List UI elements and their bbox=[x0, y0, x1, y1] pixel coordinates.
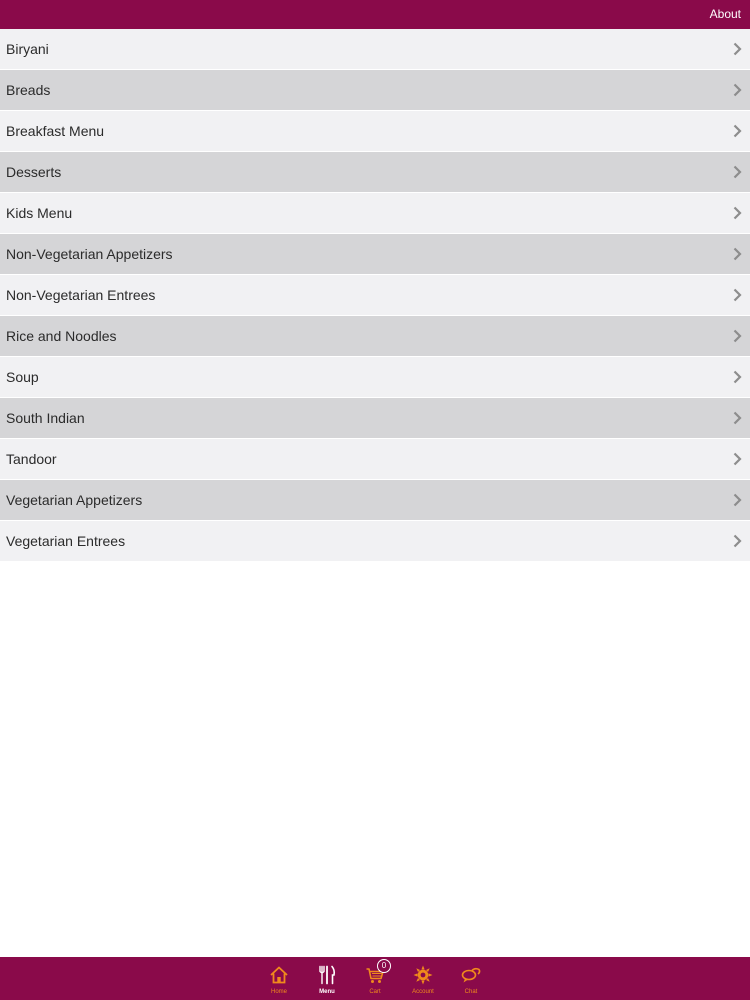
home-icon bbox=[270, 966, 288, 984]
chevron-right-icon bbox=[733, 124, 742, 138]
menu-item-label: Soup bbox=[6, 369, 39, 385]
menu-item-soup[interactable]: Soup bbox=[0, 357, 750, 398]
chevron-right-icon bbox=[733, 370, 742, 384]
menu-item-label: Non-Vegetarian Entrees bbox=[6, 287, 156, 303]
tab-chat[interactable]: Chat bbox=[447, 957, 495, 1000]
menu-item-label: Vegetarian Appetizers bbox=[6, 492, 143, 508]
menu-item-biryani[interactable]: Biryani bbox=[0, 29, 750, 70]
tab-label: Menu bbox=[319, 989, 335, 995]
menu-item-kids-menu[interactable]: Kids Menu bbox=[0, 193, 750, 234]
chevron-right-icon bbox=[733, 411, 742, 425]
tab-menu[interactable]: Menu bbox=[303, 957, 351, 1000]
fork-knife-icon bbox=[319, 965, 336, 985]
bottom-tab-bar: Home Menu 0 Cart Account Chat bbox=[0, 957, 750, 1000]
menu-item-non-vegetarian-appetizers[interactable]: Non-Vegetarian Appetizers bbox=[0, 234, 750, 275]
menu-category-list: Biryani Breads Breakfast Menu Desserts K… bbox=[0, 29, 750, 562]
chevron-right-icon bbox=[733, 329, 742, 343]
chevron-right-icon bbox=[733, 288, 742, 302]
tab-label: Chat bbox=[464, 989, 478, 995]
menu-item-label: Rice and Noodles bbox=[6, 328, 117, 344]
tab-account[interactable]: Account bbox=[399, 957, 447, 1000]
menu-item-tandoor[interactable]: Tandoor bbox=[0, 439, 750, 480]
tab-label: Cart bbox=[369, 989, 381, 995]
chevron-right-icon bbox=[733, 42, 742, 56]
menu-item-label: Breads bbox=[6, 82, 51, 98]
menu-item-vegetarian-entrees[interactable]: Vegetarian Entrees bbox=[0, 521, 750, 562]
cart-count-badge: 0 bbox=[377, 959, 391, 973]
menu-item-label: Non-Vegetarian Appetizers bbox=[6, 246, 173, 262]
chevron-right-icon bbox=[733, 83, 742, 97]
tab-cart[interactable]: 0 Cart bbox=[351, 957, 399, 1000]
chevron-right-icon bbox=[733, 247, 742, 261]
menu-item-non-vegetarian-entrees[interactable]: Non-Vegetarian Entrees bbox=[0, 275, 750, 316]
tab-label: Account bbox=[412, 989, 434, 995]
chevron-right-icon bbox=[733, 534, 742, 548]
chevron-right-icon bbox=[733, 165, 742, 179]
tab-label: Home bbox=[270, 989, 287, 995]
menu-item-rice-and-noodles[interactable]: Rice and Noodles bbox=[0, 316, 750, 357]
menu-item-label: Kids Menu bbox=[6, 205, 73, 221]
about-link[interactable]: About bbox=[710, 7, 741, 22]
menu-item-vegetarian-appetizers[interactable]: Vegetarian Appetizers bbox=[0, 480, 750, 521]
menu-item-label: Vegetarian Entrees bbox=[6, 533, 126, 549]
menu-item-label: Tandoor bbox=[6, 451, 57, 467]
chat-icon bbox=[461, 967, 481, 983]
chevron-right-icon bbox=[733, 206, 742, 220]
chevron-right-icon bbox=[733, 493, 742, 507]
menu-item-breads[interactable]: Breads bbox=[0, 70, 750, 111]
top-bar: About bbox=[0, 0, 750, 29]
menu-item-label: Breakfast Menu bbox=[6, 123, 105, 139]
chevron-right-icon bbox=[733, 452, 742, 466]
menu-item-south-indian[interactable]: South Indian bbox=[0, 398, 750, 439]
sun-account-icon bbox=[413, 965, 433, 985]
menu-item-label: Biryani bbox=[6, 41, 49, 57]
menu-item-label: Desserts bbox=[6, 164, 62, 180]
menu-item-breakfast-menu[interactable]: Breakfast Menu bbox=[0, 111, 750, 152]
menu-item-label: South Indian bbox=[6, 410, 85, 426]
tab-home[interactable]: Home bbox=[255, 957, 303, 1000]
menu-item-desserts[interactable]: Desserts bbox=[0, 152, 750, 193]
